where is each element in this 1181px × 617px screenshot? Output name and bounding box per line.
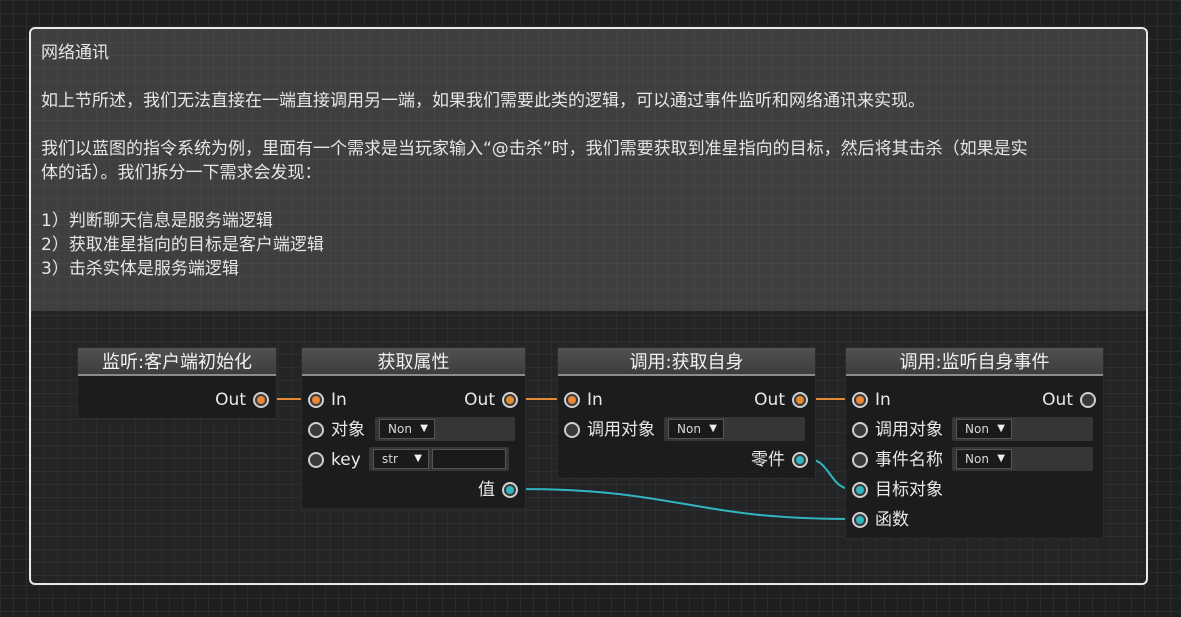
node-call-get-self[interactable]: 调用:获取自身 In Out 调用对象 Non ▼ 零件 (557, 347, 816, 479)
call-target-dropdown[interactable]: Non ▼ (956, 419, 1012, 439)
event-name-dropdown[interactable]: Non ▼ (956, 449, 1012, 469)
out-label: Out (754, 390, 785, 410)
object-dropdown-value: Non (388, 422, 412, 436)
key-type-value: str (382, 452, 398, 466)
call-target-input-pin[interactable] (564, 422, 580, 438)
value-label: 值 (478, 480, 495, 500)
node-get-property[interactable]: 获取属性 In Out 对象 Non ▼ key str ▼ 值 (301, 347, 526, 509)
event-name-field: Non ▼ (952, 447, 1093, 471)
node-title[interactable]: 监听:客户端初始化 (78, 348, 276, 376)
call-target-field: Non ▼ (952, 417, 1093, 441)
object-field: Non ▼ (375, 417, 515, 441)
call-target-dropdown[interactable]: Non ▼ (668, 419, 724, 439)
call-target-value: Non (677, 422, 701, 436)
out-label: Out (1042, 390, 1073, 410)
part-label: 零件 (751, 450, 785, 470)
key-field: str ▼ (369, 447, 509, 471)
target-object-input-pin[interactable] (852, 482, 868, 498)
function-label: 函数 (875, 510, 909, 530)
chevron-down-icon: ▼ (997, 423, 1005, 434)
exec-out-pin[interactable] (253, 392, 269, 408)
key-value-input[interactable] (432, 449, 506, 469)
value-output-pin[interactable] (502, 482, 518, 498)
exec-in-pin[interactable] (564, 392, 580, 408)
exec-out-pin[interactable] (502, 392, 518, 408)
node-title[interactable]: 调用:监听自身事件 (846, 348, 1103, 376)
out-label: Out (215, 390, 246, 410)
node-title[interactable]: 调用:获取自身 (558, 348, 815, 376)
call-target-field: Non ▼ (664, 417, 805, 441)
event-name-value: Non (965, 452, 989, 466)
exec-out-pin[interactable] (792, 392, 808, 408)
chevron-down-icon: ▼ (414, 453, 422, 464)
part-output-pin[interactable] (792, 452, 808, 468)
call-target-label: 调用对象 (875, 420, 943, 440)
object-input-pin[interactable] (308, 422, 324, 438)
chevron-down-icon: ▼ (709, 423, 717, 434)
call-target-input-pin[interactable] (852, 422, 868, 438)
node-call-listen-self-event[interactable]: 调用:监听自身事件 In Out 调用对象 Non ▼ 事件名称 Non ▼ 目标对… (845, 347, 1104, 539)
object-dropdown[interactable]: Non ▼ (379, 419, 435, 439)
data-wire-value-to-function (517, 488, 852, 520)
in-label: In (875, 390, 891, 410)
chevron-down-icon: ▼ (997, 453, 1005, 464)
object-label: 对象 (331, 420, 365, 440)
exec-in-pin[interactable] (852, 392, 868, 408)
key-input-pin[interactable] (308, 452, 324, 468)
chevron-down-icon: ▼ (420, 423, 428, 434)
exec-in-pin[interactable] (308, 392, 324, 408)
in-label: In (331, 390, 347, 410)
exec-out-pin[interactable] (1080, 392, 1096, 408)
call-target-value: Non (965, 422, 989, 436)
out-label: Out (464, 390, 495, 410)
event-name-label: 事件名称 (875, 450, 943, 470)
node-title[interactable]: 获取属性 (302, 348, 525, 376)
target-object-label: 目标对象 (875, 480, 943, 500)
call-target-label: 调用对象 (587, 420, 655, 440)
function-input-pin[interactable] (852, 512, 868, 528)
node-listen-client-init[interactable]: 监听:客户端初始化 Out (77, 347, 277, 419)
event-name-input-pin[interactable] (852, 452, 868, 468)
key-label: key (331, 450, 361, 470)
in-label: In (587, 390, 603, 410)
key-type-dropdown[interactable]: str ▼ (373, 449, 429, 469)
